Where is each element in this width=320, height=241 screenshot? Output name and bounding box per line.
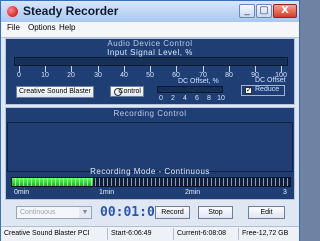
recording-panel-title: Recording Control	[113, 109, 187, 118]
stop-button[interactable]: Stop	[198, 206, 233, 219]
mark-0min: 0min	[14, 189, 30, 196]
mark-1min: 1min	[99, 189, 115, 196]
window-title: Steady Recorder	[23, 4, 119, 18]
maximize-button[interactable]: ▢	[256, 4, 272, 18]
mode-select-value: Continuous	[20, 209, 56, 216]
device-button[interactable]: Creative Sound Blaster	[16, 86, 94, 98]
scale-label-10: 10	[41, 72, 49, 79]
recording-mode-label: Recording Mode - Continuous	[90, 167, 210, 176]
progress-stripes	[12, 178, 290, 186]
dc-offset-meter	[157, 86, 223, 93]
status-current: Current-6:08:08	[177, 230, 227, 237]
status-free: Free-12,72 GB	[242, 230, 289, 237]
reduce-group: ✓ Reduce	[241, 85, 285, 96]
status-start: Start-6:06:49	[111, 230, 152, 237]
input-level-meter	[14, 57, 288, 66]
scale-label-40: 40	[120, 72, 128, 79]
scale-label-30: 30	[94, 72, 102, 79]
dc-offset-label: DC Offset, %	[178, 78, 219, 85]
dc-offset-right-label: DC Offset	[255, 77, 286, 84]
scale-label-0: 0	[17, 72, 21, 79]
menu-help[interactable]: Help	[59, 23, 75, 32]
mode-select[interactable]: Continuous ▼	[16, 206, 92, 219]
record-button[interactable]: Record	[155, 206, 190, 219]
app-icon	[7, 6, 18, 17]
close-button[interactable]: X	[273, 4, 297, 18]
dc-scale-2: 2	[171, 95, 175, 102]
control-button[interactable]: Control	[110, 86, 144, 97]
dc-scale-0: 0	[159, 95, 163, 102]
menu-options[interactable]: Options	[28, 23, 56, 32]
menu-bar: File Options Help	[1, 22, 299, 38]
dc-scale-8: 8	[207, 95, 211, 102]
minimize-button[interactable]: _	[239, 4, 255, 18]
menu-file[interactable]: File	[7, 23, 20, 32]
waveform-display	[7, 122, 293, 172]
title-bar[interactable]: Steady Recorder _ ▢ X	[1, 1, 299, 23]
reduce-label: Reduce	[255, 86, 280, 93]
scale-label-50: 50	[146, 72, 154, 79]
scale-label-20: 20	[67, 72, 75, 79]
status-device: Creative Sound Blaster PCI	[4, 230, 90, 237]
audio-panel-title: Audio Device Control	[107, 39, 193, 48]
dc-scale-4: 4	[183, 95, 187, 102]
dc-scale-6: 6	[195, 95, 199, 102]
status-separator	[173, 228, 174, 240]
edit-button[interactable]: Edit	[248, 206, 285, 219]
recording-progress-bar	[11, 177, 291, 187]
mark-2min: 2min	[185, 189, 201, 196]
mark-3: 3	[283, 189, 287, 196]
app-window: Steady Recorder _ ▢ X File Options Help …	[0, 0, 300, 241]
elapsed-timer: 00:01:06	[100, 205, 163, 220]
knob-icon	[114, 88, 122, 96]
dc-scale-10: 10	[217, 95, 225, 102]
reduce-checkbox[interactable]: ✓	[245, 87, 252, 94]
status-separator	[107, 228, 108, 240]
scale-label-80: 80	[225, 72, 233, 79]
chevron-down-icon[interactable]: ▼	[79, 207, 91, 218]
input-level-label: Input Signal Level, %	[107, 48, 193, 57]
status-bar: Creative Sound Blaster PCI Start-6:06:49…	[1, 226, 299, 241]
status-separator	[238, 228, 239, 240]
